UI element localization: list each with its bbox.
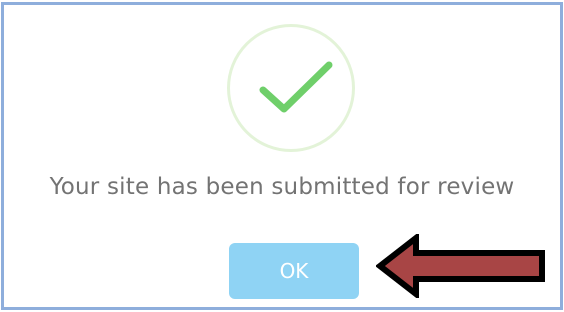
success-badge <box>227 24 355 152</box>
checkmark-icon <box>259 61 333 113</box>
ok-button[interactable]: OK <box>229 243 359 299</box>
arrow-left-icon <box>376 234 545 298</box>
submission-message: Your site has been submitted for review <box>49 174 515 200</box>
